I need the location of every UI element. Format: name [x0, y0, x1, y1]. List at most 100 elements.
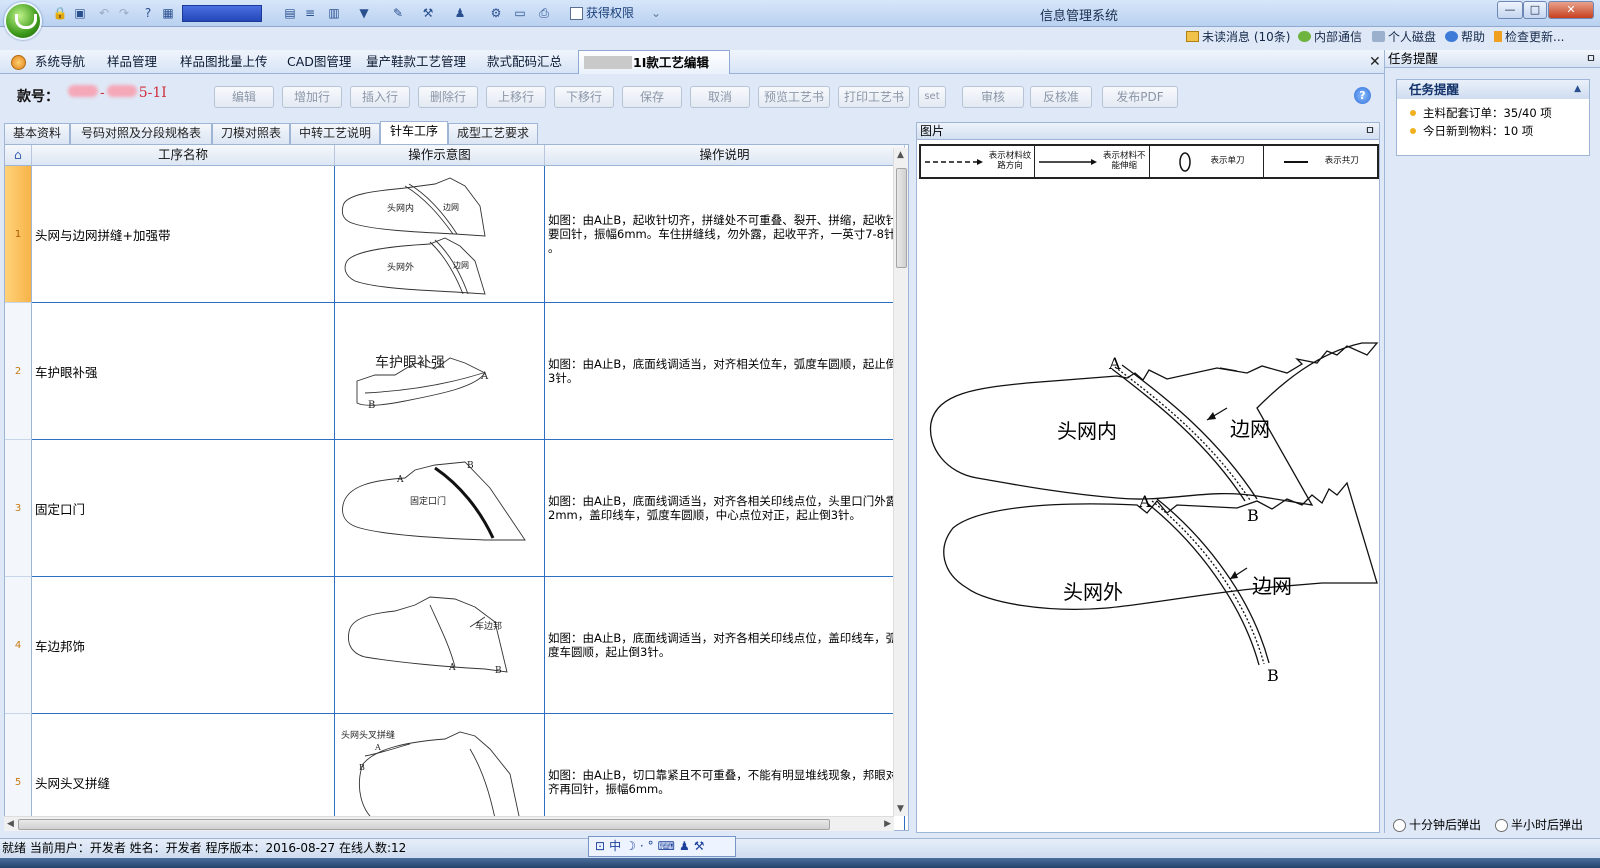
scroll-right-icon[interactable]: ▶ [884, 819, 891, 829]
pencil-icon[interactable]: ✎ [390, 5, 406, 21]
preview-book-button[interactable]: 预览工艺书 [758, 86, 830, 108]
tab-size-spec[interactable]: 号码对照及分段规格表 [70, 123, 212, 144]
unread-messages-link[interactable]: 未读消息 (10条) [1186, 29, 1290, 45]
cell-diagram[interactable]: 固定口门 A B [335, 440, 545, 577]
tab-sewing-process[interactable]: 针车工序 [380, 121, 448, 144]
set-button[interactable]: set [918, 86, 946, 108]
cell-diagram[interactable]: 头网内 边网 头网外 边网 [335, 166, 545, 303]
ime-toolbar[interactable]: ⊡中☽·°⌨♟⚒ [588, 836, 736, 857]
app-orb-icon[interactable] [4, 2, 42, 40]
window-icon[interactable]: ▭ [512, 5, 528, 21]
cell-description[interactable]: 如图：由A止B，底面线调适当，对齐各相关印线点位，盖印线车，弧度车圆顺，起止倒3… [545, 577, 905, 714]
delete-row-button[interactable]: 删除行 [418, 86, 478, 108]
menu-item-system-nav[interactable]: 系统导航 [35, 53, 85, 71]
move-up-button[interactable]: 上移行 [486, 86, 546, 108]
menu-item-batch-upload[interactable]: 样品图批量上传 [180, 53, 268, 71]
edit-button[interactable]: 编辑 [214, 86, 274, 108]
vertical-scroll-thumb[interactable] [896, 168, 907, 268]
cell-diagram[interactable]: 头网头叉拼缝 A B [335, 714, 545, 830]
publish-pdf-button[interactable]: 发布PDF [1102, 86, 1178, 108]
minimize-button[interactable]: — [1497, 1, 1523, 19]
horizontal-scrollbar[interactable]: ◀ ▶ [4, 816, 894, 831]
tools-icon[interactable]: ⚒ [420, 5, 436, 21]
cell-process-name[interactable]: 固定口门 [32, 440, 335, 577]
tab-process-edit[interactable]: 1I款工艺编辑 [578, 50, 730, 74]
audit-button[interactable]: 审核 [962, 86, 1024, 108]
list-icon[interactable]: ≡ [302, 5, 318, 21]
check-update-link[interactable]: 检查更新... [1494, 29, 1564, 45]
cell-description[interactable]: 如图：由A止B，底面线调适当，对齐各相关印线点位，头里口门外露2mm，盖印线车，… [545, 440, 905, 577]
row-number[interactable]: 3 [5, 440, 32, 577]
redo-icon[interactable]: ↷ [116, 5, 132, 21]
menu-item-production-process[interactable]: 量产鞋款工艺管理 [366, 53, 466, 71]
get-permission-button[interactable]: 获得权限 [570, 4, 634, 22]
color-grid-icon[interactable]: ▦ [160, 5, 176, 21]
insert-row-button[interactable]: 插入行 [350, 86, 410, 108]
grid-corner-lock-icon[interactable]: ⌂ [5, 145, 32, 166]
cell-process-name[interactable]: 头网头叉拼缝 [32, 714, 335, 830]
cell-description[interactable]: 如图：由A止B，切口靠紧且不可重叠，不能有明显堆线现象，邦眼对齐再回针，振幅6m… [545, 714, 905, 830]
label-outer-mesh: 头网外 [1063, 580, 1123, 604]
maximize-button[interactable]: □ [1523, 1, 1547, 19]
print-icon[interactable]: ⎙ [536, 5, 552, 21]
tab-forming-process[interactable]: 成型工艺要求 [448, 123, 538, 144]
row-number[interactable]: 2 [5, 303, 32, 440]
cancel-button[interactable]: 取消 [690, 86, 750, 108]
add-row-button[interactable]: 增加行 [282, 86, 342, 108]
table-icon[interactable]: ▥ [326, 5, 342, 21]
user-icon[interactable]: ♟ [452, 5, 468, 21]
save-icon[interactable]: ▣ [72, 5, 88, 21]
row-number[interactable]: 5 [5, 714, 32, 830]
scroll-down-icon[interactable]: ▼ [897, 804, 904, 814]
chat-icon [1298, 31, 1311, 42]
scroll-up-icon[interactable]: ▲ [897, 150, 904, 160]
cell-process-name[interactable]: 车护眼补强 [32, 303, 335, 440]
cell-diagram[interactable]: 车边邦 A B [335, 577, 545, 714]
internal-comm-link[interactable]: 内部通信 [1298, 29, 1362, 45]
undo-icon[interactable]: ↶ [96, 5, 112, 21]
horizontal-scroll-thumb[interactable] [18, 819, 830, 830]
popup-30min-radio[interactable]: 半小时后弹出 [1495, 817, 1583, 833]
personal-disk-link[interactable]: 个人磁盘 [1372, 29, 1436, 45]
menu-item-size-summary[interactable]: 款式配码汇总 [487, 53, 562, 71]
collapse-icon[interactable]: ▲ [1574, 80, 1581, 99]
help-icon[interactable]: ? [1354, 87, 1371, 104]
tab-basic-info[interactable]: 基本资料 [4, 123, 70, 144]
header-process-name[interactable]: 工序名称 [32, 145, 335, 166]
cell-description[interactable]: 如图：由A止B，底面线调适当，对齐相关位车，弧度车圆顺，起止倒3针。 [545, 303, 905, 440]
filter-icon[interactable]: ▼ [356, 5, 372, 21]
popup-10min-radio[interactable]: 十分钟后弹出 [1393, 817, 1481, 833]
close-button[interactable]: ✕ [1548, 1, 1594, 19]
settings-icon[interactable]: ⚙ [488, 5, 504, 21]
tab-die-cut[interactable]: 刀模对照表 [212, 123, 290, 144]
ime-mode[interactable]: 中 [609, 839, 625, 853]
tree-icon[interactable]: ▤ [282, 5, 298, 21]
print-book-button[interactable]: 打印工艺书 [838, 86, 910, 108]
tab-transfer-process[interactable]: 中转工艺说明 [290, 123, 380, 144]
help-link[interactable]: 帮助 [1445, 29, 1485, 45]
header-diagram[interactable]: 操作示意图 [335, 145, 545, 166]
task-line-materials[interactable]: 今日新到物料：10 项 [1397, 122, 1589, 140]
header-description[interactable]: 操作说明 [545, 145, 905, 166]
pin-icon[interactable]: ㅁ [1365, 123, 1375, 139]
close-tab-icon[interactable]: ✕ [1369, 54, 1381, 70]
menu-item-cad[interactable]: CAD图管理 [287, 53, 351, 71]
pin-icon[interactable]: ㅁ [1586, 50, 1596, 67]
task-line-orders[interactable]: 主料配套订单：35/40 项 [1397, 104, 1589, 122]
row-number[interactable]: 1 [5, 166, 32, 303]
lock-icon[interactable]: 🔒 [52, 5, 68, 21]
vertical-scrollbar[interactable]: ▲ ▼ [893, 148, 908, 816]
cell-process-name[interactable]: 头网与边网拼缝+加强带 [32, 166, 335, 303]
cell-description[interactable]: 如图：由A止B，起收针切齐，拼缝处不可重叠、裂开、拼缩，起收针要回针，振幅6mm… [545, 166, 905, 303]
scroll-left-icon[interactable]: ◀ [7, 819, 14, 829]
task-box-header[interactable]: 任务提醒 ▲ [1397, 80, 1589, 99]
cell-process-name[interactable]: 车边邦饰 [32, 577, 335, 714]
menu-item-sample-mgmt[interactable]: 样品管理 [107, 53, 157, 71]
cell-diagram[interactable]: 车护眼补强 B A [335, 303, 545, 440]
chevron-down-icon[interactable]: ⌄ [648, 5, 664, 21]
unapprove-button[interactable]: 反核准 [1030, 86, 1092, 108]
help-circle-icon[interactable]: ? [140, 5, 156, 21]
row-number[interactable]: 4 [5, 577, 32, 714]
save-button[interactable]: 保存 [622, 86, 682, 108]
move-down-button[interactable]: 下移行 [554, 86, 614, 108]
